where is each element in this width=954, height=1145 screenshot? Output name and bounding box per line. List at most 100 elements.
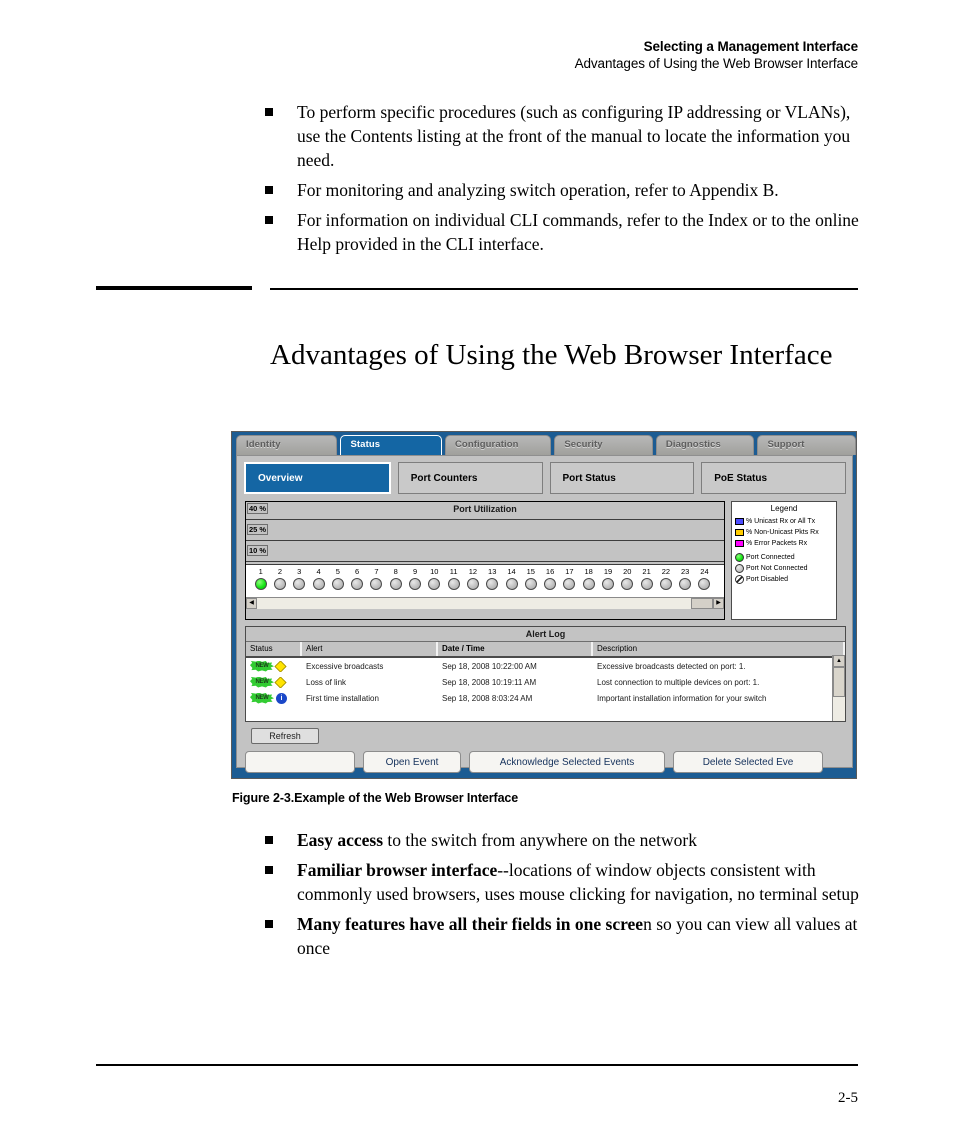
port-not-connected-icon[interactable] [409, 578, 422, 590]
port-indicator[interactable]: 2 [270, 566, 289, 590]
port-connected-icon[interactable] [254, 578, 267, 590]
port-indicator[interactable]: 7 [367, 566, 386, 590]
port-number-label: 6 [355, 567, 360, 576]
port-number-label: 20 [623, 567, 632, 576]
tab-diagnostics[interactable]: Diagnostics [655, 435, 755, 455]
bullet-square-icon [265, 866, 275, 874]
legend-item-unicast: % Unicast Rx or All Tx [735, 516, 833, 527]
port-indicator[interactable]: 13 [483, 566, 502, 590]
subtab-port-counters[interactable]: Port Counters [397, 462, 543, 494]
port-list: 1 2 3 4 5 6 7 8 9 10 11 12 13 14 15 16 17 18 19 20 21 22 23 24 [251, 566, 714, 590]
column-header-status[interactable]: Status [246, 642, 302, 656]
port-indicator[interactable]: 19 [598, 566, 617, 590]
table-row[interactable]: NEW Loss of link Sep 18, 2008 10:19:11 AM L… [246, 674, 845, 690]
port-not-connected-icon[interactable] [544, 578, 557, 590]
port-indicator[interactable]: 6 [347, 566, 366, 590]
port-indicator[interactable]: 1 [251, 566, 270, 590]
port-number-label: 17 [565, 567, 574, 576]
port-indicator[interactable]: 15 [521, 566, 540, 590]
scroll-track[interactable] [257, 598, 691, 609]
column-header-datetime[interactable]: Date / Time [438, 642, 593, 656]
port-indicator[interactable]: 20 [618, 566, 637, 590]
column-header-alert[interactable]: Alert [302, 642, 438, 656]
port-indicator[interactable]: 23 [676, 566, 695, 590]
port-not-connected-icon[interactable] [505, 578, 518, 590]
port-not-connected-icon[interactable] [389, 578, 402, 590]
legend-label: % Unicast Rx or All Tx [746, 518, 816, 525]
page-running-header: Selecting a Management Interface Advanta… [574, 38, 859, 73]
port-not-connected-icon[interactable] [640, 578, 653, 590]
blank-button[interactable] [245, 751, 355, 773]
port-number-label: 3 [297, 567, 302, 576]
open-event-button[interactable]: Open Event [363, 751, 461, 773]
tab-support[interactable]: Support [757, 435, 856, 455]
list-item: Familiar browser interface--locations of… [265, 858, 865, 906]
delete-selected-events-button[interactable]: Delete Selected Eve [673, 751, 823, 773]
port-indicator[interactable]: 5 [328, 566, 347, 590]
tab-configuration[interactable]: Configuration [444, 435, 552, 455]
port-not-connected-icon[interactable] [563, 578, 576, 590]
port-not-connected-icon[interactable] [698, 578, 711, 590]
scroll-up-arrow-icon[interactable]: ▲ [833, 655, 845, 667]
warning-severity-icon [274, 676, 287, 688]
port-indicator[interactable]: 14 [502, 566, 521, 590]
alert-log-vertical-scrollbar[interactable]: ▲ [832, 655, 845, 721]
port-number-label: 4 [316, 567, 321, 576]
port-number-label: 16 [545, 567, 555, 576]
subtab-overview[interactable]: Overview [244, 462, 391, 494]
port-indicator[interactable]: 22 [656, 566, 675, 590]
port-not-connected-icon[interactable] [524, 578, 537, 590]
port-indicator[interactable]: 11 [444, 566, 463, 590]
port-indicator[interactable]: 4 [309, 566, 328, 590]
port-number-label: 1 [258, 567, 263, 576]
list-item-lead: Many features have all their fields in o… [297, 914, 644, 934]
scroll-left-arrow-icon[interactable]: ◀ [246, 598, 257, 609]
port-not-connected-icon[interactable] [331, 578, 344, 590]
port-number-label: 22 [661, 567, 671, 576]
refresh-button[interactable]: Refresh [251, 728, 319, 744]
scroll-thumb[interactable] [833, 667, 845, 697]
port-indicator[interactable]: 10 [425, 566, 444, 590]
port-not-connected-icon[interactable] [679, 578, 692, 590]
status-panel: Overview Port Counters Port Status PoE S… [236, 455, 853, 773]
port-not-connected-icon[interactable] [370, 578, 383, 590]
port-not-connected-icon[interactable] [466, 578, 479, 590]
port-not-connected-icon[interactable] [293, 578, 306, 590]
new-badge-icon: NEW [250, 692, 274, 704]
scroll-thumb[interactable] [691, 598, 713, 609]
port-not-connected-icon[interactable] [582, 578, 595, 590]
running-header-section: Advantages of Using the Web Browser Inte… [574, 56, 859, 71]
port-indicator[interactable]: 18 [579, 566, 598, 590]
tab-identity[interactable]: Identity [236, 435, 338, 455]
port-indicator[interactable]: 21 [637, 566, 656, 590]
tab-status[interactable]: Status [340, 435, 442, 455]
port-indicator[interactable]: 3 [290, 566, 309, 590]
table-row[interactable]: NEW Excessive broadcasts Sep 18, 2008 10:2… [246, 658, 845, 674]
tab-security[interactable]: Security [554, 435, 653, 455]
port-indicator[interactable]: 16 [540, 566, 559, 590]
port-not-connected-icon[interactable] [659, 578, 672, 590]
bullet-square-icon [265, 216, 275, 224]
new-badge-icon: NEW [250, 676, 274, 688]
legend-label: % Error Packets Rx [746, 540, 808, 547]
column-header-description[interactable]: Description [593, 642, 845, 656]
port-indicator[interactable]: 17 [560, 566, 579, 590]
subtab-poe-status[interactable]: PoE Status [701, 462, 846, 494]
port-indicator[interactable]: 8 [386, 566, 405, 590]
table-row[interactable]: NEW i First time installation Sep 18, 2008 … [246, 690, 845, 706]
port-not-connected-icon[interactable] [351, 578, 364, 590]
port-indicator[interactable]: 12 [463, 566, 482, 590]
port-not-connected-icon[interactable] [273, 578, 286, 590]
scroll-right-arrow-icon[interactable]: ▶ [713, 598, 724, 609]
port-not-connected-icon[interactable] [428, 578, 441, 590]
port-not-connected-icon[interactable] [312, 578, 325, 590]
port-not-connected-icon[interactable] [486, 578, 499, 590]
port-indicator[interactable]: 24 [695, 566, 714, 590]
port-indicator[interactable]: 9 [405, 566, 424, 590]
acknowledge-selected-events-button[interactable]: Acknowledge Selected Events [469, 751, 665, 773]
subtab-port-status[interactable]: Port Status [549, 462, 695, 494]
port-not-connected-icon[interactable] [601, 578, 614, 590]
port-not-connected-icon[interactable] [621, 578, 634, 590]
port-horizontal-scrollbar[interactable]: ◀ ▶ [246, 597, 724, 609]
port-not-connected-icon[interactable] [447, 578, 460, 590]
